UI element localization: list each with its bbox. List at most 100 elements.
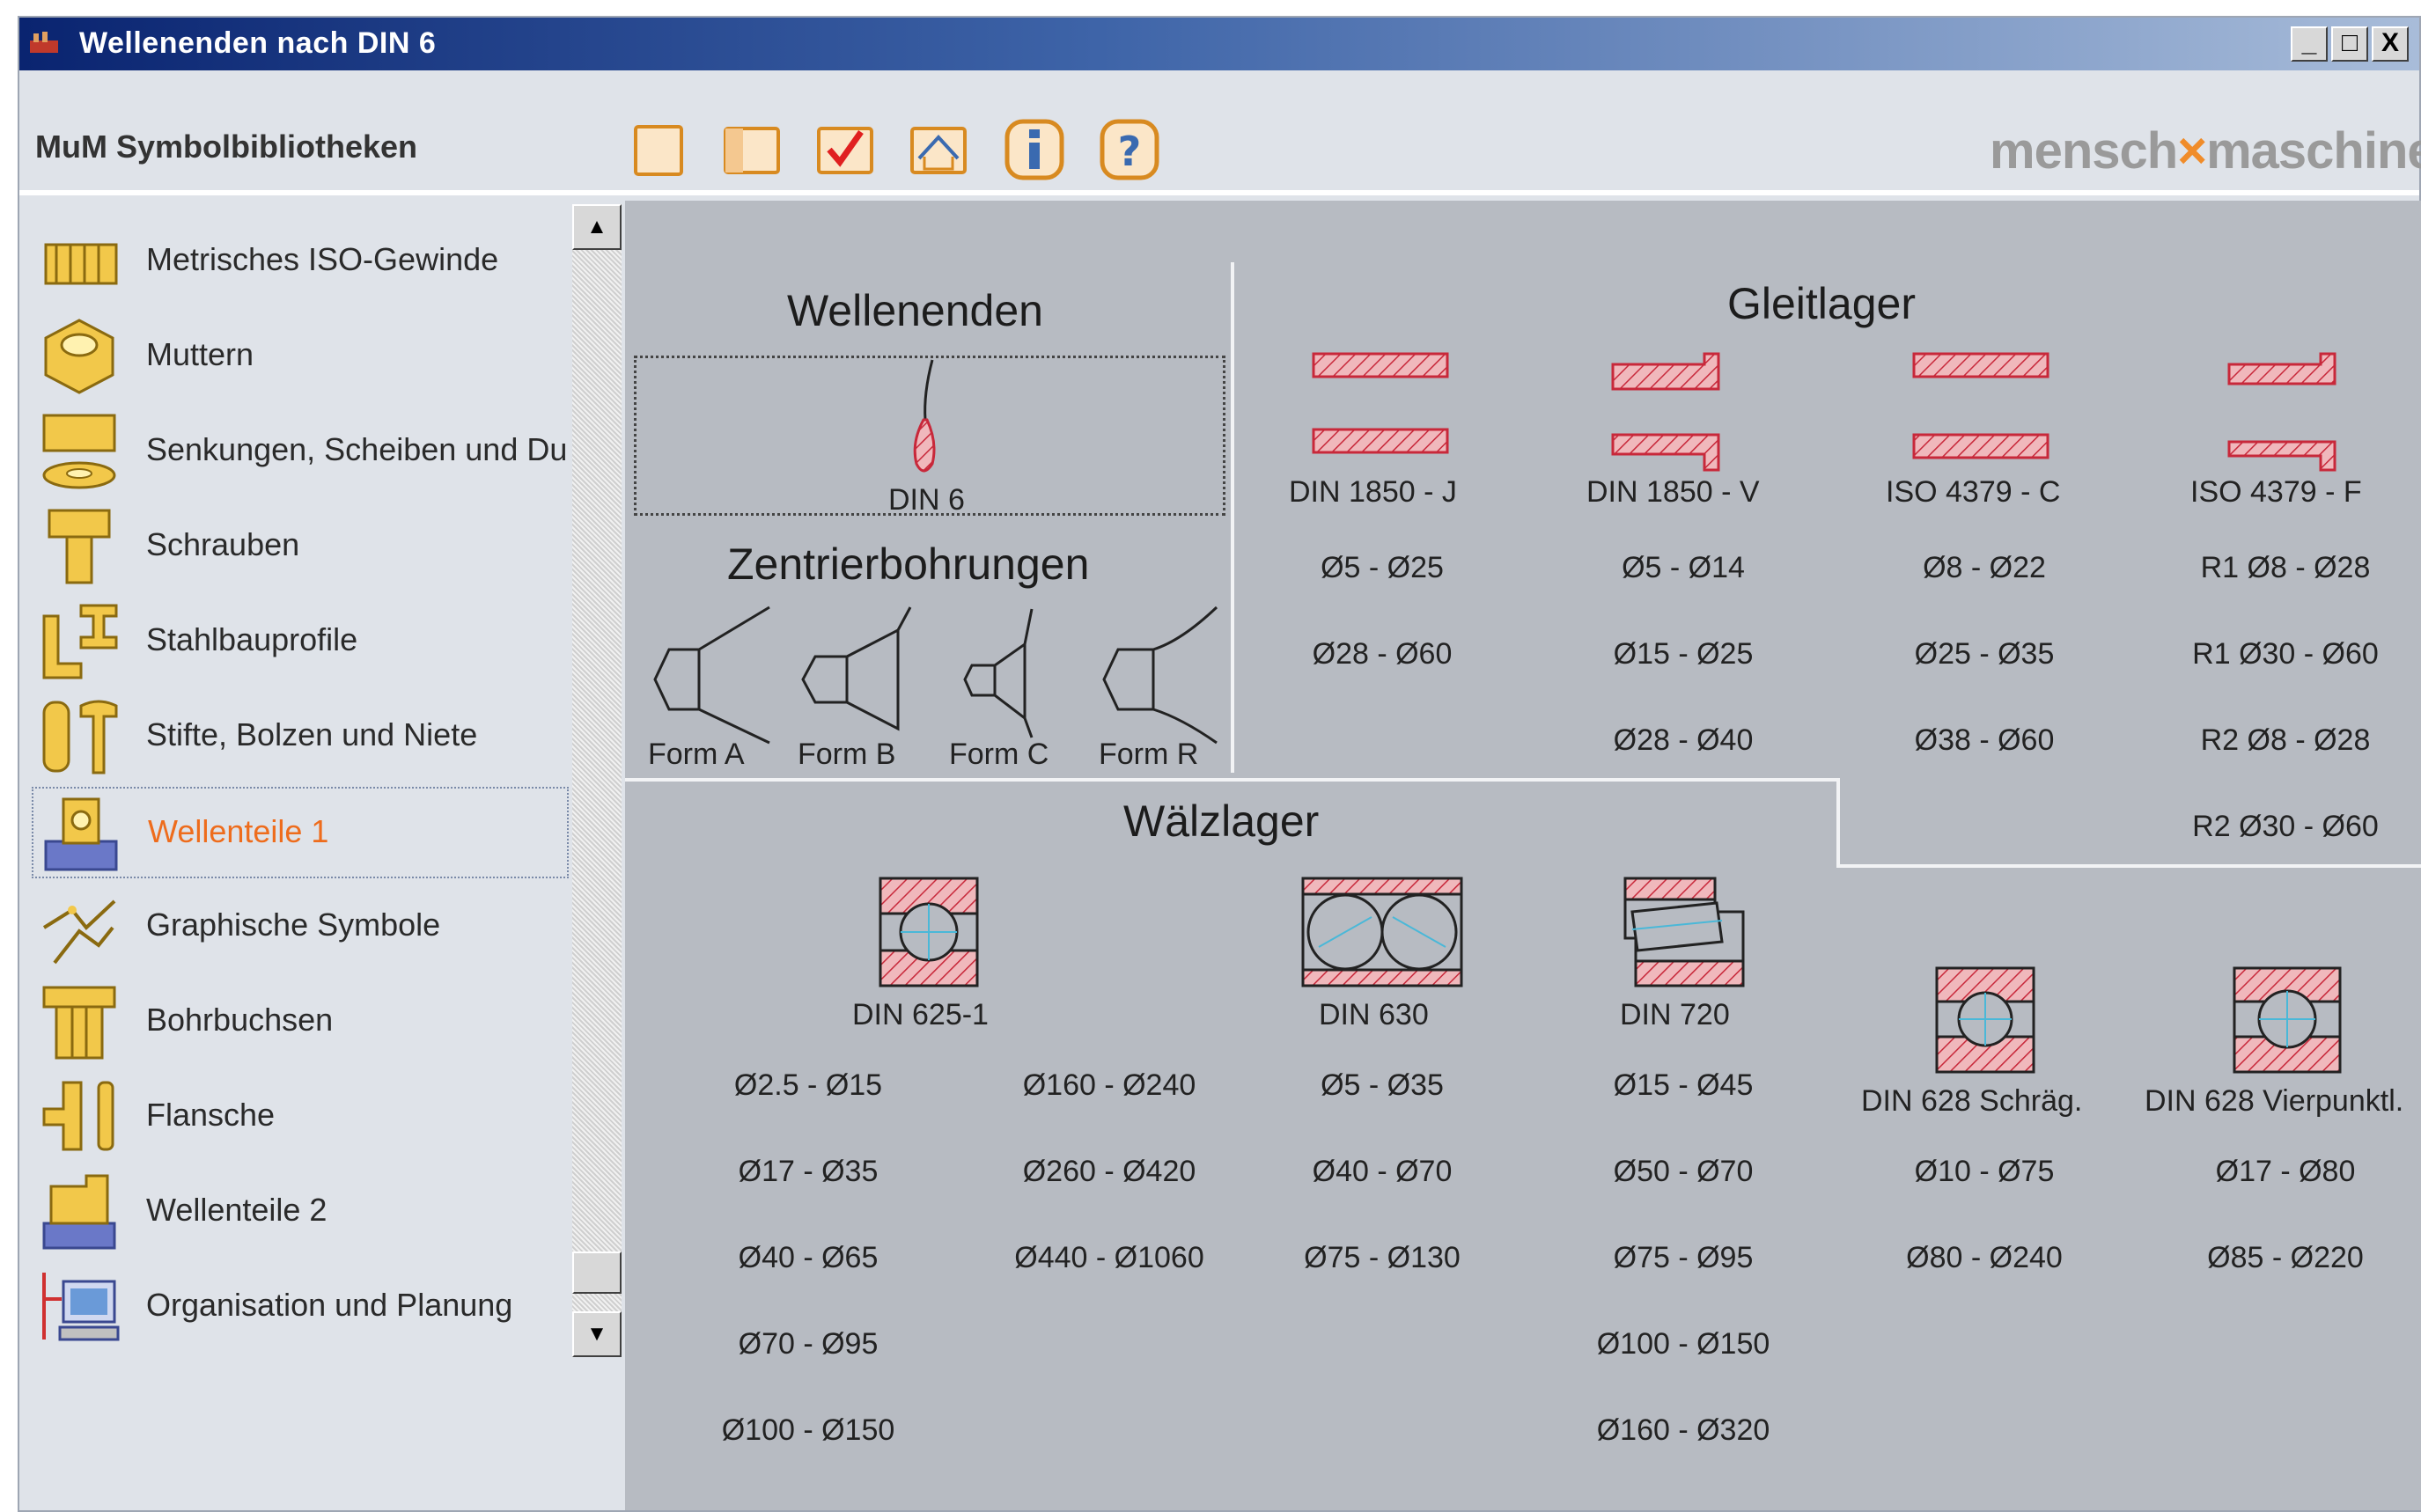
range-link[interactable]: Ø80 - Ø240	[1852, 1241, 2116, 1275]
iso4379-f-symbol[interactable]	[2227, 352, 2368, 484]
din628-schraeg-label: DIN 628 Schräg.	[1861, 1084, 2083, 1118]
sidebar-item-wellenteile-1[interactable]: Wellenteile 1	[32, 787, 569, 878]
form-c-item[interactable]	[951, 608, 1083, 755]
range-link[interactable]: Ø15 - Ø25	[1551, 637, 1815, 672]
new-icon[interactable]	[629, 118, 690, 181]
sidebar-item-wellenteile-2[interactable]: Wellenteile 2	[32, 1167, 569, 1259]
sidebar-item-organisation[interactable]: Organisation und Planung	[32, 1262, 569, 1354]
form-c-label: Form C	[949, 738, 1049, 771]
brand-right: maschine	[2206, 122, 2421, 180]
info-icon[interactable]	[1004, 118, 1065, 181]
din720-label: DIN 720	[1620, 998, 1730, 1031]
range-link[interactable]: R2 Ø8 - Ø28	[2153, 723, 2417, 758]
shaft-part-2-icon	[42, 1174, 116, 1250]
range-link[interactable]: Ø28 - Ø60	[1250, 637, 1514, 672]
sidebar-item-label: Graphische Symbole	[146, 906, 441, 943]
house-icon[interactable]	[907, 118, 968, 181]
steel-profile-icon	[42, 604, 118, 679]
form-r-item[interactable]	[1093, 606, 1234, 755]
range-link[interactable]: Ø40 - Ø65	[676, 1241, 940, 1275]
range-link[interactable]: Ø75 - Ø95	[1551, 1241, 1815, 1275]
sidebar: Metrisches ISO-Gewinde Muttern Senkungen…	[32, 204, 569, 1507]
range-link[interactable]: Ø25 - Ø35	[1852, 637, 2116, 672]
din6-item[interactable]: DIN 6	[634, 356, 1225, 517]
check-icon[interactable]	[813, 118, 875, 181]
range-link[interactable]: Ø2.5 - Ø15	[676, 1068, 940, 1103]
library-title: MuM Symbolbibliotheken	[35, 128, 418, 165]
range-link[interactable]: Ø85 - Ø220	[2153, 1241, 2417, 1275]
scroll-up-button[interactable]: ▲	[572, 204, 622, 250]
range-link[interactable]: Ø15 - Ø45	[1551, 1068, 1815, 1103]
range-link[interactable]: R2 Ø30 - Ø60	[2153, 810, 2417, 844]
minimize-button[interactable]: _	[2291, 26, 2328, 62]
help-icon[interactable]: ?	[1099, 118, 1160, 181]
range-link[interactable]: Ø40 - Ø70	[1250, 1155, 1514, 1189]
form-b-item[interactable]	[792, 606, 933, 755]
range-link[interactable]: Ø70 - Ø95	[676, 1327, 940, 1362]
range-link[interactable]: Ø160 - Ø240	[977, 1068, 1241, 1103]
sidebar-item-label: Metrisches ISO-Gewinde	[146, 241, 499, 277]
maximize-button[interactable]: □	[2331, 26, 2368, 62]
range-link[interactable]: Ø75 - Ø130	[1250, 1241, 1514, 1275]
sidebar-item-stahlbauprofile[interactable]: Stahlbauprofile	[32, 597, 569, 688]
range-link[interactable]: Ø5 - Ø14	[1551, 551, 1815, 585]
din1850-v-symbol[interactable]	[1611, 352, 1752, 484]
range-link[interactable]: Ø17 - Ø80	[2153, 1155, 2417, 1189]
range-link[interactable]: Ø50 - Ø70	[1551, 1155, 1815, 1189]
din625-symbol[interactable]	[879, 877, 981, 989]
drill-bush-icon	[42, 986, 116, 1060]
din630-symbol[interactable]	[1301, 877, 1465, 989]
sidebar-item-label: Schrauben	[146, 526, 300, 562]
sidebar-item-graphische-symbole[interactable]: Graphische Symbole	[32, 882, 569, 973]
window-icon[interactable]	[720, 118, 782, 181]
sidebar-scrollbar[interactable]: ▲ ▼	[572, 204, 622, 1357]
screw-icon	[48, 509, 111, 584]
range-link[interactable]: R1 Ø30 - Ø60	[2153, 637, 2417, 672]
sidebar-item-label: Stifte, Bolzen und Niete	[146, 716, 478, 752]
scroll-thumb[interactable]	[572, 1251, 622, 1294]
scroll-down-button[interactable]: ▼	[572, 1311, 622, 1357]
range-link[interactable]: Ø160 - Ø320	[1551, 1413, 1815, 1448]
sidebar-item-stifte[interactable]: Stifte, Bolzen und Niete	[32, 692, 569, 783]
din1850-j-symbol[interactable]	[1312, 352, 1453, 458]
sidebar-item-label: Bohrbuchsen	[146, 1002, 334, 1038]
sidebar-item-label: Flansche	[146, 1097, 276, 1133]
range-link[interactable]: Ø5 - Ø35	[1250, 1068, 1514, 1103]
range-link[interactable]: Ø100 - Ø150	[1551, 1327, 1815, 1362]
sidebar-item-senkungen[interactable]: Senkungen, Scheiben und Du	[32, 407, 569, 498]
app-icon	[30, 32, 58, 53]
sidebar-item-label: Organisation und Planung	[146, 1287, 513, 1323]
range-link[interactable]: Ø5 - Ø25	[1250, 551, 1514, 585]
brand-logo: mensch×maschine	[1990, 121, 2421, 180]
range-link[interactable]: Ø10 - Ø75	[1852, 1155, 2116, 1189]
range-link[interactable]: Ø8 - Ø22	[1852, 551, 2116, 585]
app-window: Wellenenden nach DIN 6 _ □ X MuM Symbolb…	[18, 16, 2421, 1512]
sidebar-item-label: Senkungen, Scheiben und Du	[146, 431, 568, 467]
sidebar-item-bohrbuchsen[interactable]: Bohrbuchsen	[32, 977, 569, 1068]
toolbar: MuM Symbolbibliotheken ? mensch×maschine	[19, 72, 2421, 195]
brand-x-icon: ×	[2177, 122, 2207, 180]
range-link[interactable]: Ø100 - Ø150	[676, 1413, 940, 1448]
range-link[interactable]: Ø28 - Ø40	[1551, 723, 1815, 758]
range-link[interactable]: R1 Ø8 - Ø28	[2153, 551, 2417, 585]
sidebar-item-muttern[interactable]: Muttern	[32, 312, 569, 403]
range-link[interactable]: Ø38 - Ø60	[1852, 723, 2116, 758]
close-button[interactable]: X	[2372, 26, 2409, 62]
sidebar-item-label: Wellenteile 1	[148, 813, 329, 849]
din628-vierpunkt-symbol[interactable]	[2233, 966, 2344, 1075]
shaft-end-symbol	[913, 359, 936, 473]
sidebar-item-schrauben[interactable]: Schrauben	[32, 502, 569, 593]
form-a-item[interactable]	[643, 606, 784, 755]
sidebar-item-metrisches-iso-gewinde[interactable]: Metrisches ISO-Gewinde	[32, 217, 569, 308]
title-bar[interactable]: Wellenenden nach DIN 6 _ □ X	[19, 18, 2419, 70]
din628-schraeg-symbol[interactable]	[1935, 966, 2037, 1075]
symbol-panel: Wellenenden DIN 6 Zentrierbohrungen Form…	[625, 201, 2421, 1510]
din625-label: DIN 625-1	[852, 998, 989, 1031]
range-link[interactable]: Ø17 - Ø35	[676, 1155, 940, 1189]
sidebar-item-flansche[interactable]: Flansche	[32, 1072, 569, 1163]
din720-symbol[interactable]	[1623, 877, 1747, 991]
iso4379-c-symbol[interactable]	[1912, 352, 2053, 466]
section-heading-gleitlager: Gleitlager	[1727, 279, 1916, 328]
range-link[interactable]: Ø260 - Ø420	[977, 1155, 1241, 1189]
range-link[interactable]: Ø440 - Ø1060	[977, 1241, 1241, 1275]
